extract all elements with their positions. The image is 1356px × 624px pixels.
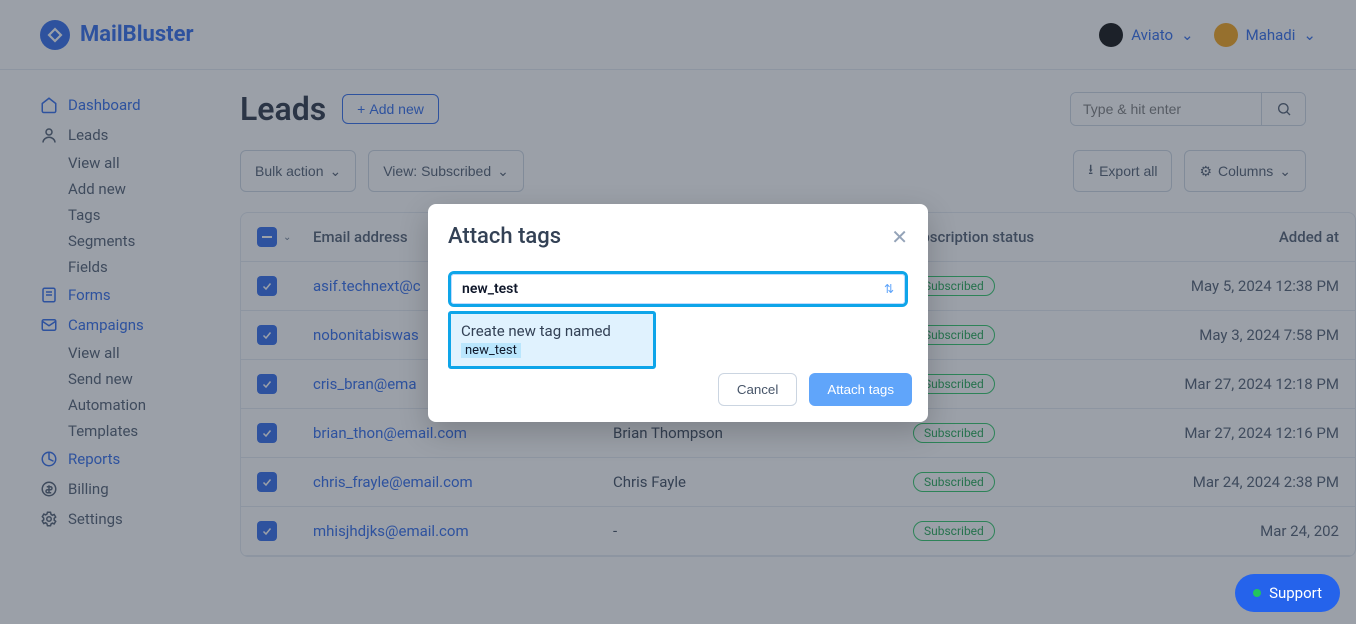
- cancel-button[interactable]: Cancel: [718, 373, 798, 406]
- select-arrows-icon: ⇅: [884, 282, 894, 296]
- modal-overlay[interactable]: Attach tags ✕ new_test ⇅ Create new tag …: [0, 0, 1356, 624]
- modal-title: Attach tags: [448, 224, 561, 249]
- close-icon[interactable]: ✕: [891, 225, 908, 249]
- suggest-prefix: Create new tag named: [461, 322, 611, 340]
- attach-tags-button[interactable]: Attach tags: [809, 373, 912, 406]
- create-tag-suggestion[interactable]: Create new tag named new_test: [448, 311, 656, 369]
- attach-tags-modal: Attach tags ✕ new_test ⇅ Create new tag …: [428, 204, 928, 422]
- tag-input-value: new_test: [462, 281, 518, 297]
- suggest-tag: new_test: [461, 343, 521, 358]
- support-button[interactable]: Support: [1235, 574, 1340, 612]
- support-label: Support: [1269, 584, 1322, 602]
- tag-input[interactable]: new_test ⇅: [448, 271, 908, 307]
- status-dot-icon: [1253, 589, 1261, 597]
